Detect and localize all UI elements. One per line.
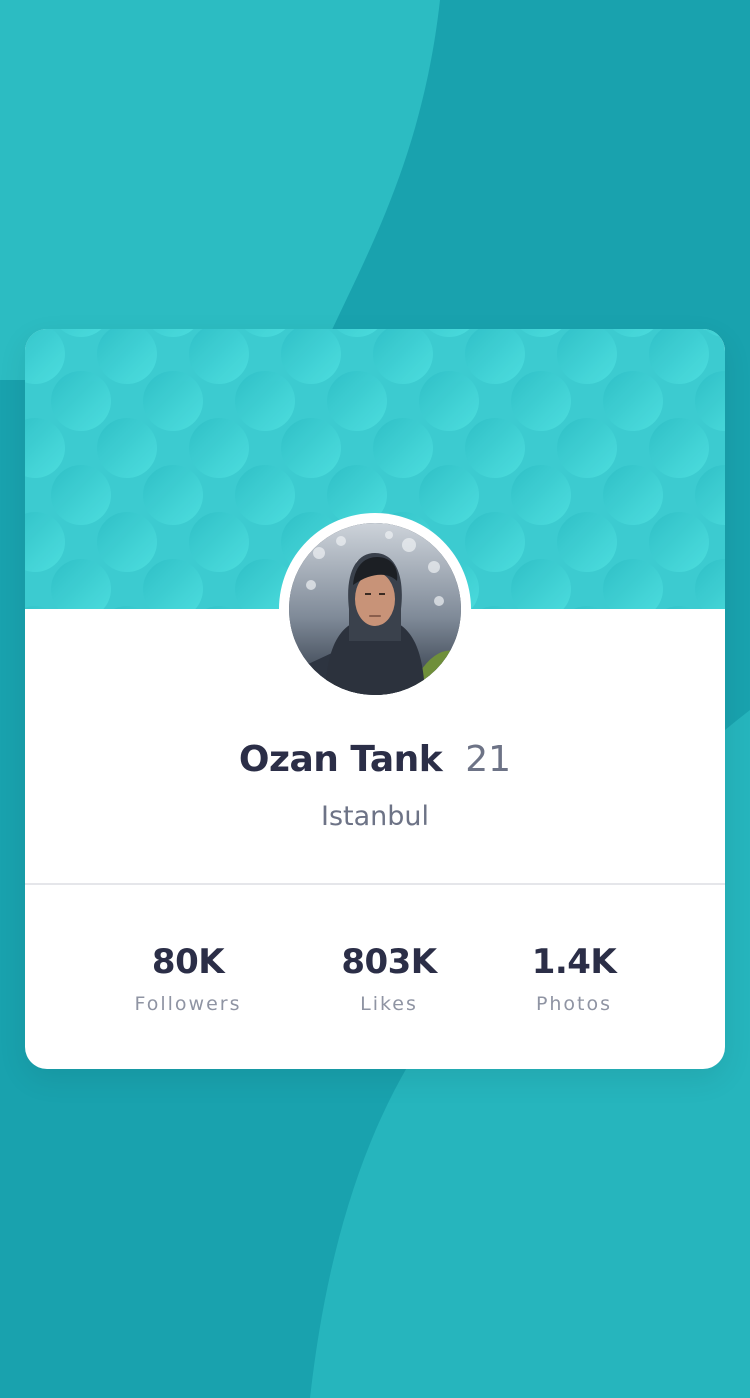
stat-label: Followers <box>134 993 242 1015</box>
profile-card: Ozan Tank 21 Istanbul 80K Followers 803K… <box>25 329 725 1069</box>
avatar[interactable] <box>289 523 461 695</box>
avatar-ring <box>279 513 471 705</box>
stat-label: Photos <box>535 993 613 1015</box>
stat-photos[interactable]: 1.4K Photos <box>464 939 684 1017</box>
profile-name: Ozan Tank <box>238 739 443 780</box>
profile-name-line: Ozan Tank 21 <box>25 735 725 791</box>
stat-value: 1.4K <box>531 942 617 982</box>
profile-city: Istanbul <box>320 801 430 832</box>
stat-value: 80K <box>151 942 225 982</box>
stat-followers[interactable]: 80K Followers <box>78 939 298 1017</box>
profile-age: 21 <box>465 739 512 780</box>
stats-divider <box>25 883 725 885</box>
